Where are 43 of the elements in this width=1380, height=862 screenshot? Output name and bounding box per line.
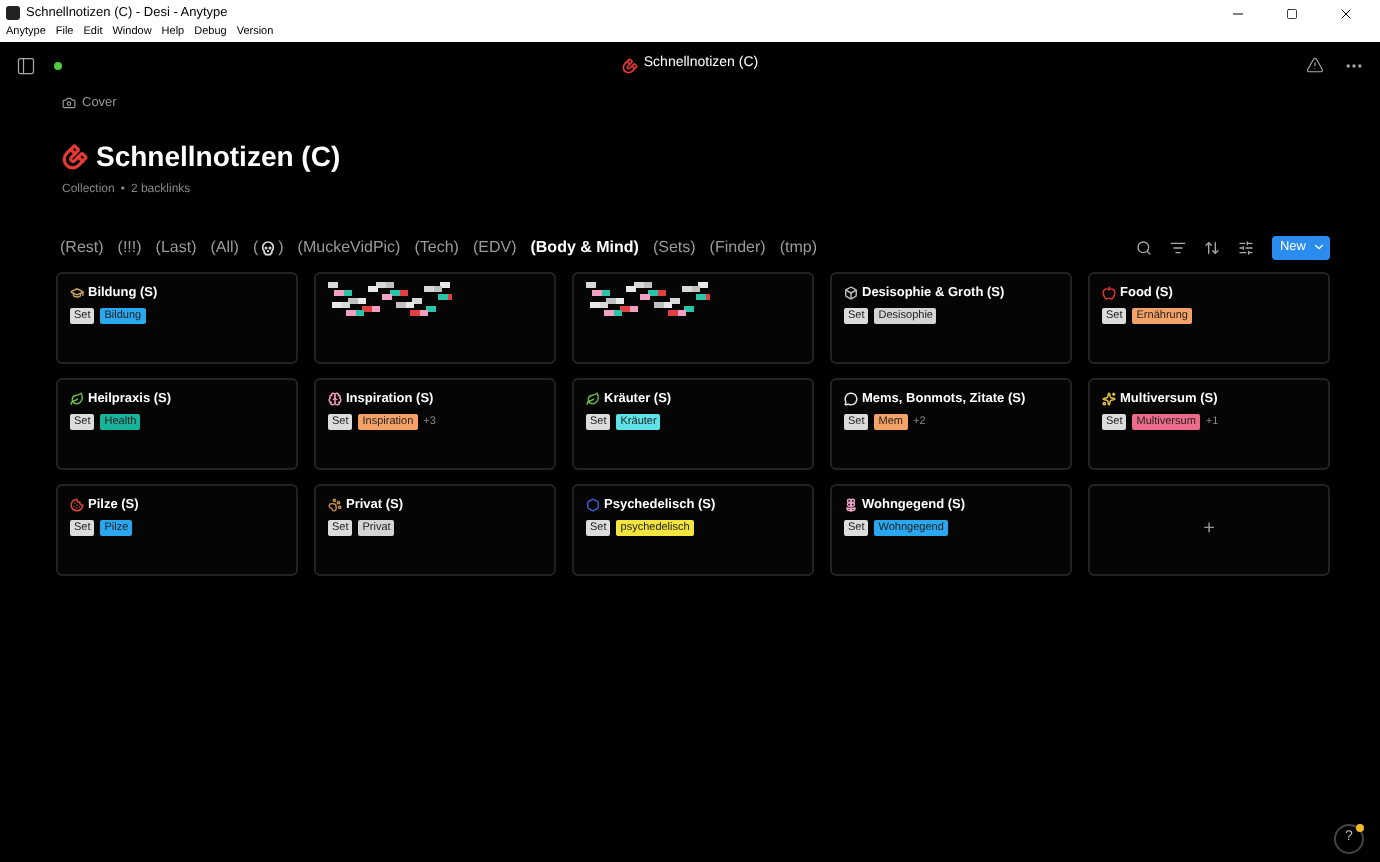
skull-icon [260,239,277,256]
apple-icon [1102,286,1116,301]
view-tab[interactable]: (!!!) [117,235,142,260]
close-icon[interactable] [1338,5,1354,21]
view-tab[interactable]: (Sets) [652,235,696,260]
view-tab[interactable]: (Finder) [709,235,766,260]
sparkles-icon [1102,392,1116,407]
leaf-icon [586,392,600,407]
graduation-cap-icon [70,286,84,301]
search-icon[interactable] [1135,239,1152,256]
app-icon [6,6,20,20]
magnet-icon [621,57,638,73]
view-tab[interactable]: (Rest) [60,235,104,260]
pixelated-content-drawing [328,281,452,322]
filter-icon[interactable] [1169,239,1186,256]
sync-status-icon [54,61,62,69]
page-title: Schnellnotizen (C) [96,137,341,176]
view-tab[interactable]: (Last) [155,235,197,260]
set-card[interactable] [572,271,814,364]
view-tab[interactable]: ( ) [252,235,284,260]
pixelated-content-drawing [586,281,710,322]
caret-icon [1312,240,1326,255]
settings-icon[interactable] [1237,239,1254,256]
box-icon [844,286,858,301]
flower-icon [844,498,858,513]
view-tab[interactable]: (Tech) [414,235,459,260]
sort-icon[interactable] [1203,239,1220,256]
set-card[interactable] [314,271,556,364]
hexagon-icon [586,498,600,513]
leaf-icon [70,392,84,407]
view-tab[interactable]: (MuckeVidPic) [297,235,401,260]
maximize-icon[interactable] [1286,7,1298,19]
magnet-icon [62,143,88,170]
view-tab[interactable]: (Body & Mind) [530,235,639,260]
sidebar-toggle-icon[interactable] [16,55,36,75]
view-tab[interactable]: (tmp) [779,235,817,260]
warning-icon[interactable] [1306,56,1324,74]
brain-icon [328,392,342,407]
view-tab[interactable]: (All) [210,235,239,260]
add-card-button[interactable]: + [1088,483,1330,576]
view-tab[interactable]: (EDV) [472,235,517,260]
speech-bubble-icon [844,392,858,407]
camera-icon [62,96,76,111]
